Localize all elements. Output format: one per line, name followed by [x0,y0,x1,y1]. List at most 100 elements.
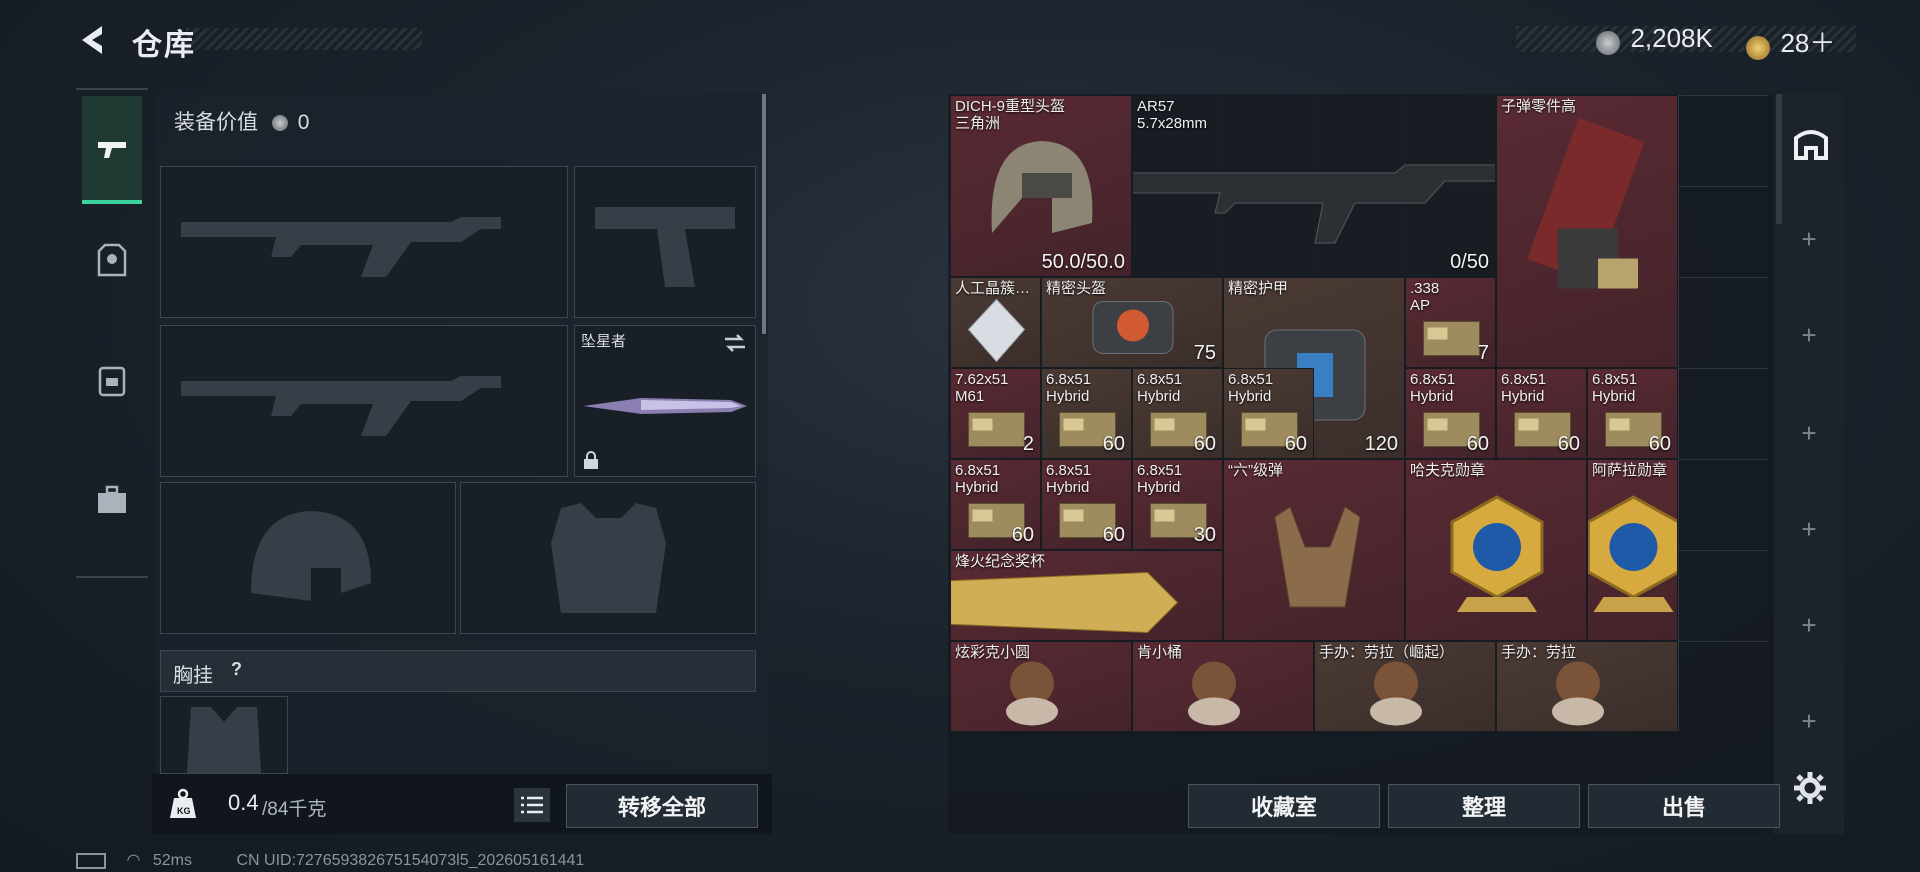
wifi-icon: ◠ [126,852,141,869]
item-count: 60 [1648,433,1671,455]
inventory-item[interactable]: 6.8x51 Hybrid 60 [1496,368,1587,459]
inventory-item[interactable]: 哈夫克勋章 [1405,459,1587,641]
rifle-silhouette-icon [181,376,501,436]
item-count: 60 [1466,433,1489,455]
uid-text: CN UID:727659382675154073l5_202605161441 [236,852,585,869]
add-storage-button[interactable]: + [1774,224,1844,255]
inventory-item[interactable]: .338 AP 7 [1405,277,1496,368]
nav-backpack-tab[interactable] [82,350,142,410]
silver-coin-icon [1596,30,1620,55]
inventory-item[interactable]: 炫彩克小圆 [950,641,1132,732]
transfer-all-button[interactable]: 转移全部 [566,784,758,828]
item-name: .338 AP [1410,280,1440,314]
inventory-item[interactable]: 6.8x51 Hybrid 60 [1132,368,1223,459]
nav-weapon-tab[interactable] [82,96,142,204]
item-count: 2 [1022,433,1034,455]
add-storage-button[interactable]: + [1774,418,1844,449]
add-storage-button[interactable]: + [1774,610,1844,641]
armor-slot[interactable] [460,482,756,634]
add-storage-button[interactable]: + [1774,514,1844,545]
item-name: 手办：劳拉 [1501,644,1577,661]
add-storage-button[interactable]: + [1774,706,1844,737]
inventory-item[interactable]: 子弹零件高 [1496,95,1678,368]
swap-icon[interactable] [723,332,747,354]
knife-icon [583,398,747,414]
chest-rig-silhouette-icon [187,707,261,773]
left-scrollbar[interactable] [762,94,766,334]
item-name: 人工晶簇… [955,280,1031,297]
inventory-item[interactable]: 6.8x51 Hybrid 60 [1041,459,1132,550]
primary-weapon-slot[interactable] [160,166,568,318]
inventory-item[interactable]: 6.8x51 Hybrid 30 [1132,459,1223,550]
chest-rig-slot[interactable] [160,696,288,774]
inventory-item[interactable]: 6.8x51 Hybrid 60 [950,459,1041,550]
item-count: 7 [1477,342,1489,364]
inventory-item[interactable]: 肯小桶 [1132,641,1314,732]
sell-button[interactable]: 出售 [1588,784,1780,828]
medal-icon [1450,495,1544,612]
list-view-button[interactable] [514,788,550,822]
melee-slot[interactable]: 坠星者 [574,325,756,477]
storage-home-icon[interactable] [1792,124,1830,162]
helmet-slot[interactable] [160,482,456,634]
collection-room-button[interactable]: 收藏室 [1188,784,1380,828]
item-name: 子弹零件高 [1501,98,1577,115]
item-name: 6.8x51 Hybrid [1137,462,1183,496]
item-count: 60 [1102,524,1125,546]
item-name: AR57 5.7x28mm [1137,98,1208,132]
inventory-item[interactable]: 手办：劳拉 [1496,641,1678,732]
item-count: 60 [1011,524,1034,546]
item-name: 6.8x51 Hybrid [1410,371,1456,405]
item-name: 精密护甲 [1228,280,1289,297]
item-count: 60 [1193,433,1216,455]
inventory-item[interactable]: “六”级弹 [1223,459,1405,641]
title-decoration [186,28,422,50]
help-icon[interactable]: ? [231,659,242,680]
inventory-item[interactable]: 7.62x51 M61 2 [950,368,1041,459]
item-name: “六”级弹 [1228,462,1283,479]
ping-value: 52ms [152,852,192,869]
pistol-icon [98,142,126,158]
nav-armor-tab[interactable] [82,230,142,290]
weight-value: 0.4 [228,790,259,815]
hand-gesture-icon [1274,506,1361,608]
sort-button[interactable]: 整理 [1388,784,1580,828]
item-name: 6.8x51 Hybrid [1137,371,1183,405]
inventory-item[interactable]: AR57 5.7x28mm 0/50 [1132,95,1496,277]
item-name: 肯小桶 [1137,644,1183,661]
inventory-item[interactable]: 阿萨拉勋章 [1587,459,1678,641]
inventory-item[interactable]: 6.8x51 Hybrid 60 [1587,368,1678,459]
toolbox-icon [98,485,126,513]
inventory-item[interactable]: 人工晶簇… [950,277,1041,368]
item-name: 6.8x51 Hybrid [1228,371,1274,405]
pistol-slot[interactable] [574,166,756,318]
item-count: 30 [1193,524,1216,546]
item-name: 6.8x51 Hybrid [1592,371,1638,405]
settings-gear-icon[interactable] [1792,770,1828,806]
weight-max: /84千克 [262,799,327,820]
inventory-item[interactable]: 6.8x51 Hybrid 60 [1223,368,1314,459]
item-count: 60 [1102,433,1125,455]
back-arrow-icon[interactable] [76,22,112,58]
backpack-icon [98,366,126,397]
melee-name: 坠星者 [581,333,627,350]
item-count: 120 [1364,433,1398,455]
inventory-item[interactable]: 6.8x51 Hybrid 60 [1405,368,1496,459]
inventory-item[interactable]: 精密头盔 75 [1041,277,1223,368]
helmet-silhouette-icon [251,511,371,601]
item-name: 6.8x51 Hybrid [1046,462,1092,496]
list-icon [521,796,543,814]
item-name: 哈夫克勋章 [1410,462,1486,479]
medal-icon [1588,495,1677,612]
inventory-item[interactable]: 烽火纪念奖杯 [950,550,1223,641]
inventory-item[interactable]: 6.8x51 Hybrid 60 [1041,368,1132,459]
add-storage-button[interactable]: + [1774,320,1844,351]
armor-icon [97,243,127,277]
secondary-weapon-slot[interactable] [160,325,568,477]
inventory-item[interactable]: DICH-9重型头盔 三角洲 50.0/50.0 [950,95,1132,277]
status-bar: ◠ 52ms CN UID:727659382675154073l5_20260… [76,850,584,870]
inventory-item[interactable]: 手办：劳拉（崛起） [1314,641,1496,732]
nav-toolbox-tab[interactable] [82,470,142,530]
ammo-parts-icon [1527,118,1645,289]
item-name: 精密头盔 [1046,280,1107,297]
